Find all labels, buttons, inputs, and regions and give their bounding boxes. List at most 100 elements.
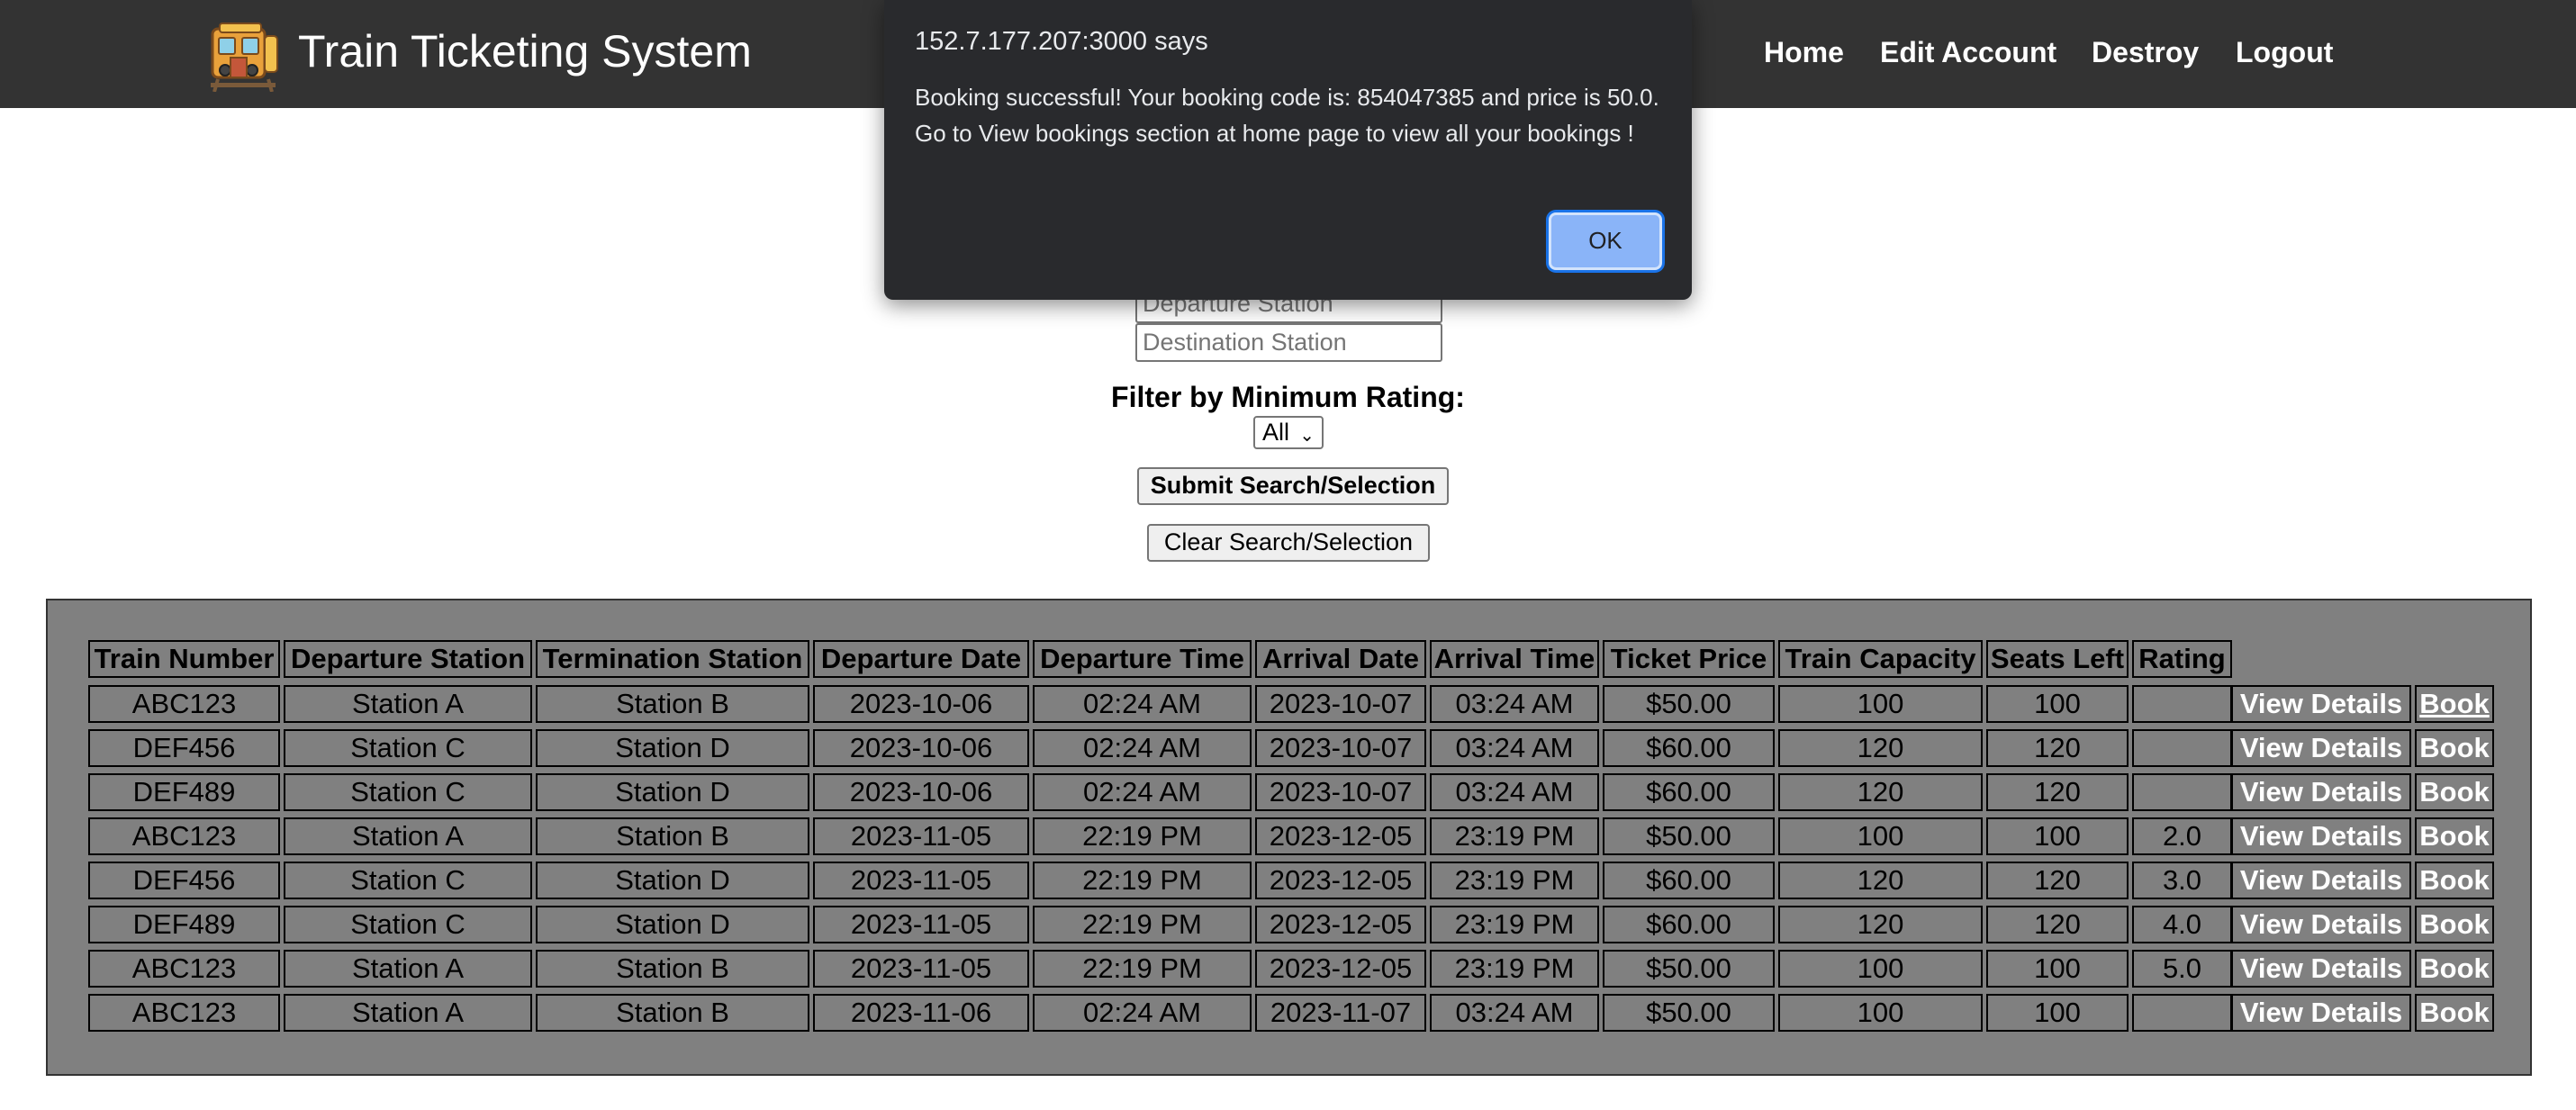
book-button[interactable]: Book xyxy=(2415,994,2494,1032)
table-cell: $50.00 xyxy=(1603,685,1775,723)
table-cell: 2023-10-06 xyxy=(813,773,1029,811)
table-cell: 22:19 PM xyxy=(1033,862,1252,899)
table-cell: Station C xyxy=(284,906,532,943)
table-cell: 120 xyxy=(1986,906,2129,943)
table-header-cell: Train Capacity xyxy=(1778,640,1983,678)
table-cell: 120 xyxy=(1986,862,2129,899)
table-cell: 2023-10-07 xyxy=(1255,729,1426,767)
table-cell: ABC123 xyxy=(88,950,280,988)
table-cell: 2023-10-07 xyxy=(1255,685,1426,723)
chevron-down-icon: ⌄ xyxy=(1299,426,1315,446)
table-header-cell: Rating xyxy=(2132,640,2232,678)
submit-search-button[interactable]: Submit Search/Selection xyxy=(1137,467,1449,505)
table-cell: 100 xyxy=(1986,950,2129,988)
table-cell: 02:24 AM xyxy=(1033,685,1252,723)
clear-search-button[interactable]: Clear Search/Selection xyxy=(1147,524,1430,562)
table-cell: 22:19 PM xyxy=(1033,817,1252,855)
table-cell: Station B xyxy=(536,994,809,1032)
table-cell: 23:19 PM xyxy=(1430,906,1599,943)
table-cell: 100 xyxy=(1778,994,1983,1032)
table-cell: 2023-10-06 xyxy=(813,729,1029,767)
table-cell: 2023-12-05 xyxy=(1255,950,1426,988)
table-cell: Station D xyxy=(536,862,809,899)
table-cell: 3.0 xyxy=(2132,862,2232,899)
view-details-button[interactable]: View Details xyxy=(2231,729,2411,767)
table-cell: 4.0 xyxy=(2132,906,2232,943)
nav-edit-account-link[interactable]: Edit Account xyxy=(1880,36,2056,69)
table-cell xyxy=(2132,994,2232,1032)
book-button[interactable]: Book xyxy=(2415,773,2494,811)
table-cell: 02:24 AM xyxy=(1033,994,1252,1032)
table-cell: $60.00 xyxy=(1603,773,1775,811)
table-cell: 2023-12-05 xyxy=(1255,906,1426,943)
book-button[interactable]: Book xyxy=(2415,685,2494,723)
table-cell: 23:19 PM xyxy=(1430,817,1599,855)
book-button[interactable]: Book xyxy=(2415,906,2494,943)
table-cell: Station C xyxy=(284,729,532,767)
table-cell: 2023-10-07 xyxy=(1255,773,1426,811)
table-cell: Station C xyxy=(284,773,532,811)
table-cell: Station C xyxy=(284,862,532,899)
table-cell: 2023-12-05 xyxy=(1255,862,1426,899)
table-cell: Station A xyxy=(284,817,532,855)
view-details-button[interactable]: View Details xyxy=(2231,817,2411,855)
table-cell: 03:24 AM xyxy=(1430,994,1599,1032)
view-details-button[interactable]: View Details xyxy=(2231,994,2411,1032)
destination-station-input[interactable] xyxy=(1135,323,1442,362)
table-cell: 02:24 AM xyxy=(1033,773,1252,811)
table-header-cell: Termination Station xyxy=(536,640,809,678)
table-cell: 23:19 PM xyxy=(1430,950,1599,988)
table-cell: 120 xyxy=(1986,773,2129,811)
table-cell: $60.00 xyxy=(1603,906,1775,943)
table-cell: $50.00 xyxy=(1603,994,1775,1032)
rating-filter-select[interactable]: All ⌄ xyxy=(1253,416,1324,449)
table-header-cell: Seats Left xyxy=(1986,640,2129,678)
table-cell xyxy=(2132,685,2232,723)
table-cell: Station D xyxy=(536,729,809,767)
view-details-button[interactable]: View Details xyxy=(2231,773,2411,811)
view-details-button[interactable]: View Details xyxy=(2231,906,2411,943)
table-cell: 100 xyxy=(1778,950,1983,988)
table-cell: DEF456 xyxy=(88,729,280,767)
table-header-cell: Departure Station xyxy=(284,640,532,678)
book-button[interactable]: Book xyxy=(2415,950,2494,988)
view-details-button[interactable]: View Details xyxy=(2231,862,2411,899)
table-header-cell: Arrival Date xyxy=(1255,640,1426,678)
book-button[interactable]: Book xyxy=(2415,817,2494,855)
table-cell: $60.00 xyxy=(1603,862,1775,899)
table-cell: 5.0 xyxy=(2132,950,2232,988)
table-cell: 2023-11-05 xyxy=(813,950,1029,988)
table-cell: Station B xyxy=(536,817,809,855)
dialog-ok-button[interactable]: OK xyxy=(1549,212,1662,270)
dialog-message-line: Go to View bookings section at home page… xyxy=(915,120,1634,147)
table-cell: DEF456 xyxy=(88,862,280,899)
book-button[interactable]: Book xyxy=(2415,862,2494,899)
view-details-button[interactable]: View Details xyxy=(2231,950,2411,988)
table-cell: 100 xyxy=(1986,817,2129,855)
table-cell: 2.0 xyxy=(2132,817,2232,855)
table-cell: 2023-11-07 xyxy=(1255,994,1426,1032)
table-cell: 03:24 AM xyxy=(1430,773,1599,811)
table-cell: Station D xyxy=(536,773,809,811)
table-cell: Station A xyxy=(284,950,532,988)
nav-logout-link[interactable]: Logout xyxy=(2236,36,2333,69)
alert-dialog: 152.7.177.207:3000 says Booking successf… xyxy=(884,0,1692,300)
table-cell: 2023-10-06 xyxy=(813,685,1029,723)
table-header-cell: Departure Date xyxy=(813,640,1029,678)
table-cell: 100 xyxy=(1778,685,1983,723)
table-header-cell: Ticket Price xyxy=(1603,640,1775,678)
table-cell: Station A xyxy=(284,685,532,723)
view-details-button[interactable]: View Details xyxy=(2231,685,2411,723)
nav-destroy-link[interactable]: Destroy xyxy=(2092,36,2199,69)
results-table: Train Number Departure Station Termination… xyxy=(46,599,2532,1076)
table-cell: 22:19 PM xyxy=(1033,906,1252,943)
table-cell: 100 xyxy=(1986,994,2129,1032)
table-cell: 03:24 AM xyxy=(1430,685,1599,723)
table-cell xyxy=(2132,773,2232,811)
table-cell: 100 xyxy=(1778,817,1983,855)
table-cell xyxy=(2132,729,2232,767)
nav-home-link[interactable]: Home xyxy=(1764,36,1844,69)
table-cell: Station B xyxy=(536,685,809,723)
table-cell: 120 xyxy=(1986,729,2129,767)
book-button[interactable]: Book xyxy=(2415,729,2494,767)
